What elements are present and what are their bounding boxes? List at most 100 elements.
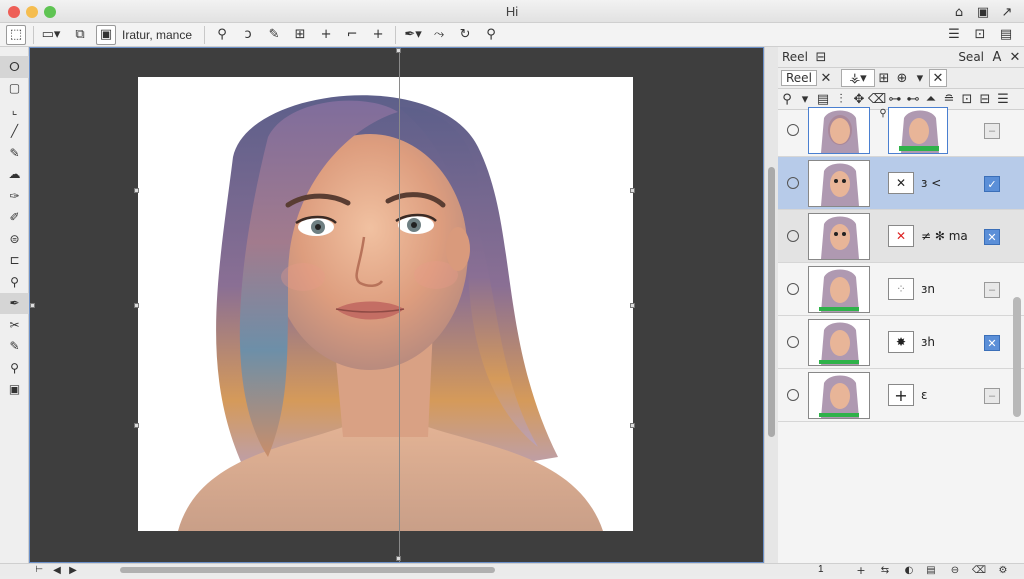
layer-checkbox[interactable]: – [984,123,1000,139]
transform-handle-bottom[interactable] [396,556,401,561]
brush-tool-icon[interactable]: ✐ [0,207,29,229]
layer-effect-icon[interactable]: ✕ [888,225,914,247]
blend-mode-label[interactable]: Reel [781,70,817,86]
lock-icon[interactable]: ⊡ [970,25,990,45]
adjust-icon[interactable]: ◐ [900,561,918,579]
visibility-toggle[interactable] [787,336,799,348]
layer-checkbox[interactable]: – [984,388,1000,404]
grid-icon[interactable]: ⊞ [875,69,893,87]
dropdown-icon[interactable]: ▾ [911,69,929,87]
lasso-tool-icon[interactable]: ⵔ [0,56,29,78]
frame-icon[interactable]: ▣ [96,24,116,45]
scroll-thumb[interactable] [768,167,775,437]
opacity-dropdown[interactable]: ⚶▾ [840,69,875,87]
vertical-guide[interactable] [399,48,400,562]
layer-checkbox[interactable]: ✕ [984,335,1000,351]
layer-thumbnail[interactable] [808,266,870,313]
clear-icon[interactable]: ✕ [817,69,835,87]
trash-icon[interactable]: ⌫ [970,561,988,579]
close-icon[interactable]: ✕ [928,69,947,87]
layer-row[interactable]: ⁘ ɜn – [778,263,1024,316]
page-number[interactable]: 1 [818,564,824,575]
crop-tool-icon[interactable]: ⌞ [0,99,29,121]
visibility-toggle[interactable] [787,124,799,136]
transform-handle-ml[interactable] [134,303,139,308]
search-icon[interactable]: ⚲ [481,25,501,45]
magnify-tool-icon[interactable]: ⚲ [0,357,29,379]
add-icon[interactable]: + [316,25,336,45]
layer-thumbnail[interactable] [808,319,870,366]
prev-icon[interactable]: ⊢ [30,561,48,579]
layer-row[interactable]: + ɛ – [778,369,1024,422]
tab-seal[interactable]: Seal [954,50,988,64]
visibility-toggle[interactable] [787,389,799,401]
lock-icon[interactable]: ⊕ [893,69,911,87]
brush-icon[interactable]: ✎ [264,25,284,45]
play-forward-icon[interactable]: ▶ [64,561,82,579]
dropper-tool-icon[interactable]: ✎ [0,336,29,358]
layer-name[interactable]: ɛ [921,388,928,402]
stamp-tool-icon[interactable]: ⊜ [0,228,29,250]
share-icon[interactable]: ↗ [998,3,1016,21]
transform-handle-tl[interactable] [134,188,139,193]
layer-thumbnail[interactable] [808,372,870,419]
pencil-tool-icon[interactable]: ✎ [0,142,29,164]
home-icon[interactable]: ⌂ [950,3,968,21]
visibility-toggle[interactable] [787,177,799,189]
horizontal-scrollbar[interactable] [120,567,495,573]
canvas-area[interactable] [29,47,764,563]
frame-tool-icon[interactable]: ▣ [0,379,29,401]
transform-handle-tr[interactable] [630,188,635,193]
transform-icon[interactable]: ⊞ [290,25,310,45]
fx-icon[interactable]: ⇆ [876,561,894,579]
eyedropper-tool-icon[interactable]: ✑ [0,185,29,207]
layer-checkbox[interactable]: ✓ [984,176,1000,192]
layer-thumbnail[interactable] [808,107,870,154]
marquee-dropdown[interactable]: ▭▾ [41,25,61,45]
layer-row[interactable]: ✕ ɜ < ✓ [778,157,1024,210]
zoom-icon[interactable]: ⚲ [212,25,232,45]
layer-row[interactable]: ✕ ≠ ✻ ma ✕ [778,210,1024,263]
visibility-toggle[interactable] [787,283,799,295]
lasso-icon[interactable]: ↄ [238,25,258,45]
transform-handle-left[interactable] [30,303,35,308]
crop-icon[interactable]: ⧉ [70,25,90,45]
layer-effect-icon[interactable]: ⁘ [888,278,914,300]
settings-icon[interactable]: ⚙ [994,561,1012,579]
smudge-tool-icon[interactable]: ☁ [0,164,29,186]
layer-checkbox[interactable]: ✕ [984,229,1000,245]
transform-handle-br[interactable] [630,423,635,428]
line-tool-icon[interactable]: ╱ [0,121,29,143]
rect-select-icon[interactable]: ▢ [0,78,29,100]
add-layer-icon[interactable]: + [852,561,870,579]
layer-checkbox[interactable]: – [984,282,1000,298]
layer-name[interactable]: ≠ ✻ ma [921,229,968,243]
transform-handle-mr[interactable] [630,303,635,308]
folder-icon[interactable]: ▤ [922,561,940,579]
mask-icon[interactable]: ⊖ [946,561,964,579]
layer-row[interactable]: ⚲ – [778,104,1024,157]
layer-row[interactable]: ✸ ɜh ✕ [778,316,1024,369]
tab-reel[interactable]: Reel [778,50,812,64]
pen-dropdown[interactable]: ✒▾ [403,25,423,45]
layer-name[interactable]: ɜn [921,282,935,296]
close-icon[interactable]: ✕ [1006,48,1024,66]
layer-name[interactable]: ɜh [921,335,935,349]
canvas-vertical-scrollbar[interactable] [764,47,778,563]
layer-thumbnail[interactable] [808,160,870,207]
layer-thumbnail[interactable] [808,213,870,260]
transform-handle-bl[interactable] [134,423,139,428]
plus-icon[interactable]: + [368,25,388,45]
layer-effect-icon[interactable]: ✸ [888,331,914,353]
layer-effect-icon[interactable]: + [888,384,914,406]
select-tool-button[interactable]: ⬚ [6,24,26,45]
panel-menu-icon[interactable]: ⊟ [812,48,830,66]
panel-scrollbar[interactable] [1013,297,1021,417]
shape-tool-icon[interactable]: ⊏ [0,250,29,272]
layer-name[interactable]: ɜ < [921,176,941,190]
pen-tool-icon[interactable]: ✒ [0,292,29,314]
transform-handle-top[interactable] [396,48,401,53]
save-icon[interactable]: ▣ [974,3,992,21]
layer-effect-icon[interactable]: ✕ [888,172,914,194]
visibility-toggle[interactable] [787,230,799,242]
